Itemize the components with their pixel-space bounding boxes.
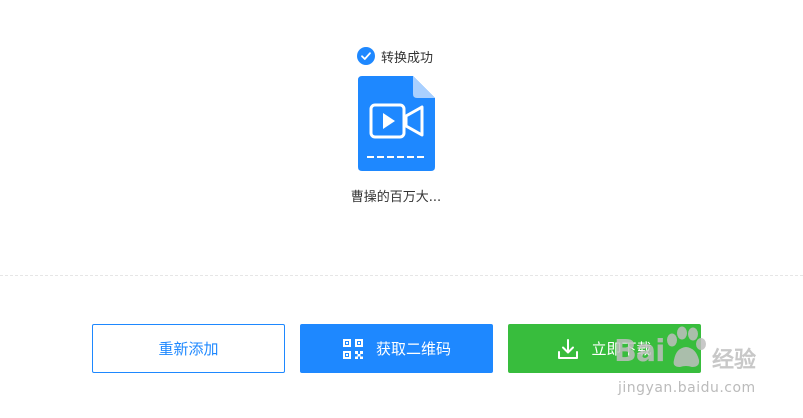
- video-file-icon: [358, 76, 435, 171]
- check-circle-icon: [357, 47, 375, 65]
- re-add-label: 重新添加: [158, 340, 219, 358]
- watermark-url: jingyan.baidu.com: [618, 380, 756, 396]
- get-qrcode-label: 获取二维码: [375, 340, 451, 358]
- watermark-brand: Bai: [614, 334, 665, 369]
- divider: [0, 275, 803, 276]
- conversion-status: 转换成功: [357, 46, 433, 66]
- qrcode-icon: [342, 338, 364, 360]
- file-name: 曹操的百万大...: [350, 190, 442, 205]
- paw-icon: [667, 326, 706, 367]
- download-icon: [557, 338, 579, 360]
- get-qrcode-button[interactable]: 获取二维码: [300, 324, 493, 373]
- baidu-jingyan-watermark: Bai 经验 jingyan.baidu.com: [612, 326, 802, 406]
- status-text: 转换成功: [381, 50, 434, 66]
- re-add-button[interactable]: 重新添加: [92, 324, 285, 373]
- watermark-suffix: 经验: [712, 348, 757, 373]
